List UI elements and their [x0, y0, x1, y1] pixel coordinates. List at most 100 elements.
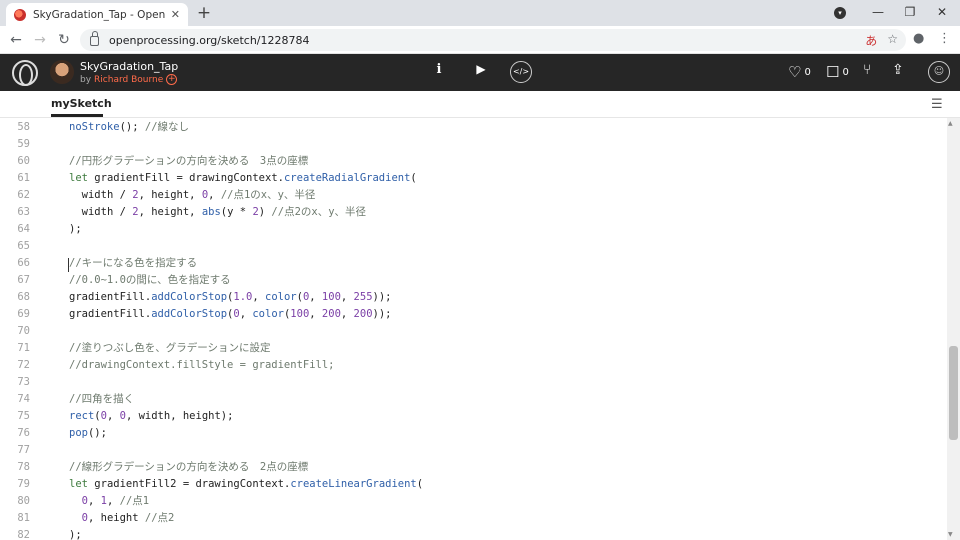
code-text[interactable]: 0, 1, //点1 [69, 493, 149, 510]
code-text[interactable]: //drawingContext.fillStyle = gradientFil… [69, 357, 335, 374]
code-text[interactable]: //0.0~1.0の間に、色を指定する [69, 272, 231, 289]
likes-count: 0 [804, 66, 811, 78]
code-line[interactable]: 64); [0, 221, 947, 238]
code-line[interactable]: 66 //キーになる色を指定する [0, 255, 947, 272]
restore-window-button[interactable]: ❐ [894, 0, 926, 26]
screen: SkyGradation_Tap - OpenProcessing ✕ + ▾ … [0, 0, 960, 540]
code-line[interactable]: 62 width / 2, height, 0, //点1のx、y、半径 [0, 187, 947, 204]
line-number: 77 [17, 444, 30, 456]
code-line[interactable]: 59 [0, 136, 947, 153]
code-line[interactable]: 60 //円形グラデーションの方向を決める 3点の座標 [0, 153, 947, 170]
code-text[interactable]: //キーになる色を指定する [69, 255, 197, 272]
code-text[interactable]: pop(); [69, 425, 107, 442]
editor-scrollbar-track[interactable] [947, 118, 960, 540]
comments-stat[interactable]: ☐ 0 [826, 63, 849, 81]
info-icon[interactable]: i [432, 62, 446, 77]
line-number: 69 [17, 308, 30, 320]
forward-arrow-icon[interactable]: → [30, 30, 50, 50]
code-text[interactable]: //線形グラデーションの方向を決める 2点の座標 [69, 459, 308, 476]
address-bar[interactable]: openprocessing.org/sketch/1228784 あ ☆ [80, 29, 906, 51]
code-text[interactable]: //円形グラデーションの方向を決める 3点の座標 [69, 153, 308, 170]
code-line[interactable]: 74 //四角を描く [0, 391, 947, 408]
editor-settings-icon[interactable]: ☰ [931, 97, 943, 112]
code-line[interactable]: 75 rect(0, 0, width, height); [0, 408, 947, 425]
reload-icon[interactable]: ↻ [54, 30, 74, 50]
code-text[interactable]: //塗りつぶし色を、グラデーションに設定 [69, 340, 271, 357]
code-text[interactable]: gradientFill.addColorStop(0, color(100, … [69, 306, 392, 323]
code-line[interactable]: 77 [0, 442, 947, 459]
profile-avatar-icon[interactable]: ● [913, 31, 924, 46]
play-icon[interactable]: ▶ [474, 62, 488, 76]
code-line[interactable]: 68 gradientFill.addColorStop(1.0, color(0… [0, 289, 947, 306]
share-icon[interactable]: ⇪ [892, 62, 904, 78]
file-tab-mysketch[interactable]: mySketch [51, 97, 112, 110]
sketch-author-line: by Richard Bourne + [80, 74, 178, 85]
code-line[interactable]: 63 width / 2, height, abs(y * 2) //点2のx、… [0, 204, 947, 221]
openprocessing-favicon-icon [14, 8, 26, 21]
fork-icon[interactable]: ⑂ [863, 62, 871, 78]
code-text[interactable]: let gradientFill = drawingContext.create… [69, 170, 417, 187]
code-line[interactable]: 71 //塗りつぶし色を、グラデーションに設定 [0, 340, 947, 357]
code-text[interactable]: let gradientFill2 = drawingContext.creat… [69, 476, 423, 493]
line-number: 59 [17, 138, 30, 150]
code-text[interactable]: width / 2, height, 0, //点1のx、y、半径 [69, 187, 316, 204]
code-line[interactable]: 76 pop(); [0, 425, 947, 442]
code-line[interactable]: 82); [0, 527, 947, 540]
line-number: 75 [17, 410, 30, 422]
browser-menu-icon[interactable]: ⋮ [938, 31, 951, 46]
code-line[interactable]: 65 [0, 238, 947, 255]
comments-count: 0 [842, 66, 849, 78]
code-text[interactable]: ); [69, 221, 82, 238]
line-number: 61 [17, 172, 30, 184]
translate-icon[interactable]: あ [865, 32, 877, 49]
code-line[interactable]: 69 gradientFill.addColorStop(0, color(100… [0, 306, 947, 323]
code-line[interactable]: 78 //線形グラデーションの方向を決める 2点の座標 [0, 459, 947, 476]
line-number: 73 [17, 376, 30, 388]
line-number: 71 [17, 342, 30, 354]
code-text[interactable]: 0, height //点2 [69, 510, 175, 527]
code-icon[interactable]: </> [510, 61, 532, 83]
scroll-down-arrow-icon[interactable]: ▼ [948, 531, 953, 538]
code-text[interactable]: ); [69, 527, 82, 540]
back-arrow-icon[interactable]: ← [6, 30, 26, 50]
line-number: 60 [17, 155, 30, 167]
scroll-up-arrow-icon[interactable]: ▲ [948, 120, 953, 127]
line-number: 64 [17, 223, 30, 235]
code-text[interactable]: width / 2, height, abs(y * 2) //点2のx、y、半… [69, 204, 366, 221]
line-number: 67 [17, 274, 30, 286]
code-line[interactable]: 73 [0, 374, 947, 391]
sketch-header: SkyGradation_Tap by Richard Bourne + i ▶… [0, 54, 960, 91]
code-text[interactable]: gradientFill.addColorStop(1.0, color(0, … [69, 289, 392, 306]
browser-toolbar: ← → ↻ openprocessing.org/sketch/1228784 … [0, 26, 960, 54]
code-text[interactable]: noStroke(); //線なし [69, 119, 189, 136]
code-line[interactable]: 81 0, height //点2 [0, 510, 947, 527]
new-tab-button[interactable]: + [194, 3, 214, 23]
editor-scrollbar-thumb[interactable] [949, 346, 958, 440]
likes-stat[interactable]: ♡ 0 [788, 63, 811, 81]
author-name-link[interactable]: Richard Bourne [94, 75, 163, 85]
minimize-window-button[interactable]: — [862, 0, 894, 26]
line-number: 66 [17, 257, 30, 269]
tab-search-icon[interactable]: ▾ [834, 7, 846, 19]
code-line[interactable]: 72 //drawingContext.fillStyle = gradientF… [0, 357, 947, 374]
close-tab-icon[interactable]: ✕ [171, 8, 180, 21]
follow-plus-icon[interactable]: + [166, 74, 178, 85]
line-number: 72 [17, 359, 30, 371]
bookmark-star-icon[interactable]: ☆ [887, 32, 898, 49]
code-line[interactable]: 80 0, 1, //点1 [0, 493, 947, 510]
browser-tab[interactable]: SkyGradation_Tap - OpenProcessing ✕ [6, 3, 188, 26]
openprocessing-logo-icon[interactable] [12, 60, 38, 86]
line-number: 68 [17, 291, 30, 303]
code-editor[interactable]: 58 noStroke(); //線なし 59 60 //円形グラデーションの方向を決め… [0, 118, 947, 540]
user-account-icon[interactable]: ☺ [928, 61, 950, 83]
close-window-button[interactable]: ✕ [926, 0, 958, 26]
author-avatar[interactable] [50, 60, 74, 84]
code-line[interactable]: 79 let gradientFill2 = drawingContext.cre… [0, 476, 947, 493]
code-text[interactable]: rect(0, 0, width, height); [69, 408, 233, 425]
code-text[interactable]: //四角を描く [69, 391, 134, 408]
code-line[interactable]: 61 let gradientFill = drawingContext.crea… [0, 170, 947, 187]
code-line[interactable]: 67 //0.0~1.0の間に、色を指定する [0, 272, 947, 289]
code-line[interactable]: 58 noStroke(); //線なし [0, 119, 947, 136]
line-number: 81 [17, 512, 30, 524]
code-line[interactable]: 70 [0, 323, 947, 340]
